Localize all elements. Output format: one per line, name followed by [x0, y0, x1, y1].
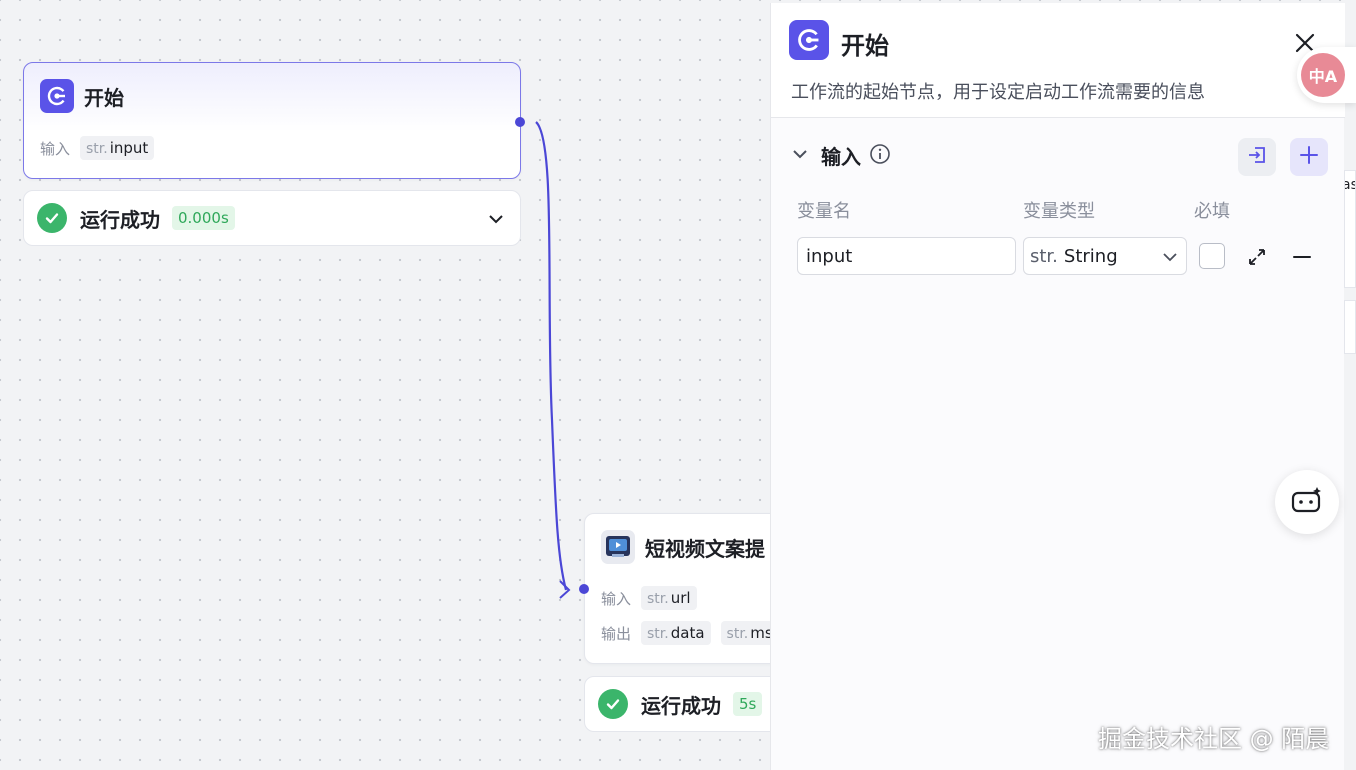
- background-panel-fragment: [1344, 300, 1356, 354]
- node-config-panel: 开始 工作流的起始节点，用于设定启动工作流需要的信息 输入 变量名 变量类型 必…: [770, 3, 1345, 770]
- start-node-title: 开始: [84, 85, 124, 110]
- expand-icon[interactable]: [1246, 246, 1268, 272]
- run-time-badge: 5s: [733, 692, 763, 716]
- type-prefix: str.: [726, 626, 749, 642]
- status-text: 运行成功: [80, 207, 160, 232]
- type-prefix: str.: [647, 626, 669, 642]
- column-header-type: 变量类型: [1023, 201, 1095, 222]
- video-plugin-icon: [601, 530, 635, 564]
- output-label: 输出: [601, 624, 632, 643]
- translate-icon: 中A: [1301, 53, 1345, 97]
- output-variable-chip: str. data: [641, 621, 711, 645]
- chevron-down-icon: [1162, 249, 1178, 270]
- input-variable-chip: str. input: [80, 136, 155, 160]
- import-icon: [1246, 144, 1268, 170]
- panel-description: 工作流的起始节点，用于设定启动工作流需要的信息: [791, 82, 1205, 103]
- panel-title: 开始: [841, 32, 889, 60]
- check-icon: [37, 203, 67, 233]
- input-variable-chip: str. url: [641, 586, 697, 610]
- start-node-icon: [789, 20, 829, 60]
- fragment-text: as: [1345, 177, 1355, 193]
- chevron-down-icon[interactable]: [487, 210, 505, 232]
- plus-icon: [1298, 144, 1320, 170]
- add-variable-button[interactable]: [1290, 138, 1328, 176]
- start-node-header: 开始: [40, 79, 124, 113]
- start-run-status[interactable]: 运行成功 0.000s: [23, 190, 521, 246]
- variable-name: input: [109, 139, 149, 157]
- variable-name: data: [670, 624, 705, 642]
- translate-button[interactable]: 中A: [1297, 47, 1356, 103]
- start-node-icon: [40, 79, 74, 113]
- video-node-input-row: 输入 str. url: [601, 586, 697, 610]
- variable-type-select[interactable]: str. String: [1023, 237, 1187, 275]
- run-time-badge: 0.000s: [172, 206, 235, 230]
- type-prefix: str.: [86, 141, 108, 157]
- column-header-name: 变量名: [797, 201, 851, 222]
- check-icon: [598, 689, 628, 719]
- input-label: 输入: [601, 589, 632, 608]
- video-node-input-port[interactable]: [579, 584, 589, 594]
- start-node-input-row: 输入 str. input: [40, 136, 155, 160]
- chevron-down-icon[interactable]: [791, 145, 809, 167]
- status-text: 运行成功: [641, 693, 721, 718]
- type-value: String: [1063, 245, 1118, 267]
- ai-assistant-button[interactable]: [1275, 470, 1339, 534]
- background-panel-fragment: as: [1344, 170, 1356, 288]
- start-node-output-port[interactable]: [515, 117, 525, 127]
- column-header-required: 必填: [1194, 201, 1230, 222]
- input-label: 输入: [40, 139, 71, 158]
- import-button[interactable]: [1238, 138, 1276, 176]
- variable-name: url: [670, 589, 691, 607]
- section-title: 输入: [821, 145, 861, 169]
- video-node-output-row: 输出 str. data str. ms: [601, 621, 779, 645]
- required-checkbox[interactable]: [1199, 243, 1225, 269]
- type-prefix: str.: [647, 591, 669, 607]
- translate-label: 中A: [1308, 67, 1338, 86]
- start-node[interactable]: 开始 输入 str. input: [23, 62, 521, 179]
- info-icon[interactable]: [869, 143, 891, 169]
- video-node-title: 短视频文案提: [645, 536, 765, 561]
- type-prefix: str.: [1030, 245, 1058, 267]
- video-node-header: 短视频文案提: [601, 530, 765, 564]
- minus-icon[interactable]: [1291, 246, 1313, 272]
- watermark: 掘金技术社区 @ 陌晨: [1098, 725, 1330, 753]
- variable-name-input[interactable]: [797, 237, 1016, 275]
- panel-header: 开始 工作流的起始节点，用于设定启动工作流需要的信息: [771, 3, 1345, 118]
- ai-bot-icon: [1290, 485, 1324, 519]
- input-section-header[interactable]: 输入: [791, 141, 891, 170]
